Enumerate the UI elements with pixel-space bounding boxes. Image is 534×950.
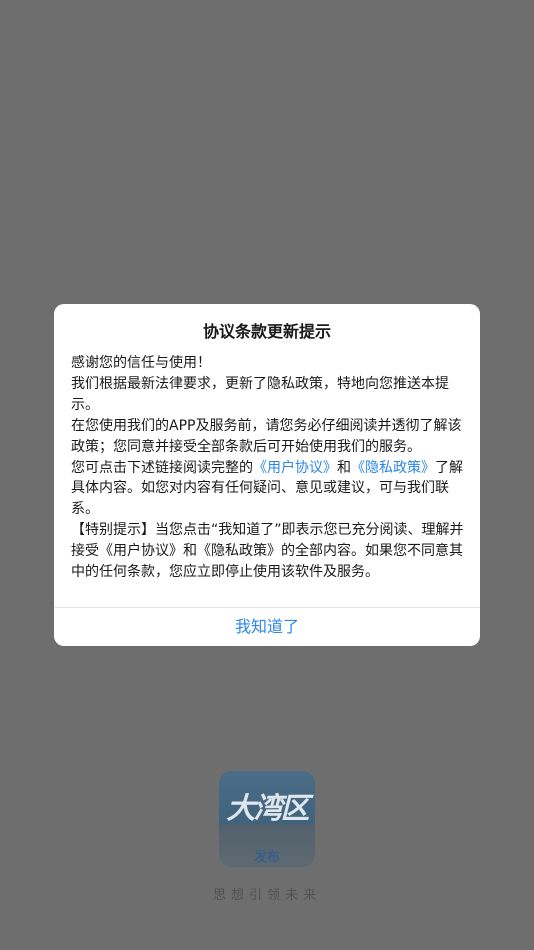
agreement-update-dialog: 协议条款更新提示 感谢您的信任与使用！ 我们根据最新法律要求，更新了隐私政策，特… (54, 304, 480, 646)
links-text-before: 您可点击下述链接阅读完整的 (71, 459, 253, 476)
app-logo-text: 大湾区 (226, 791, 309, 825)
links-text-and: 和 (337, 459, 351, 476)
app-logo-subtext: 发布 (253, 850, 280, 865)
app-slogan: 思想引领未来 (212, 888, 321, 903)
confirm-button[interactable]: 我知道了 (54, 608, 480, 646)
dialog-paragraph-thanks: 感谢您的信任与使用！ (71, 355, 211, 371)
dialog-paragraph-special-notice: 【特别提示】当您点击“我知道了”即表示您已充分阅读、理解并接受《用户协议》和《隐… (71, 522, 464, 581)
dialog-paragraph-update: 我们根据最新法律要求，更新了隐私政策，特地向您推送本提示。 (71, 375, 449, 413)
dialog-paragraph-links: 您可点击下述链接阅读完整的《用户协议》和《隐私政策》了解具体内容。如您对内容有任… (71, 458, 466, 521)
dialog-body: 感谢您的信任与使用！ 我们根据最新法律要求，更新了隐私政策，特地向您推送本提示。… (71, 353, 466, 583)
app-logo-tile: 大湾区 发布 (219, 771, 315, 867)
dialog-title: 协议条款更新提示 (202, 322, 331, 341)
dialog-paragraph-read: 在您使用我们的APP及服务前，请您务必仔细阅读并透彻了解该政策；您同意并接受全部… (71, 417, 462, 455)
app-logo: 大湾区 发布 (219, 771, 315, 867)
privacy-policy-link[interactable]: 《隐私政策》 (351, 460, 435, 476)
user-agreement-link[interactable]: 《用户协议》 (253, 460, 337, 476)
